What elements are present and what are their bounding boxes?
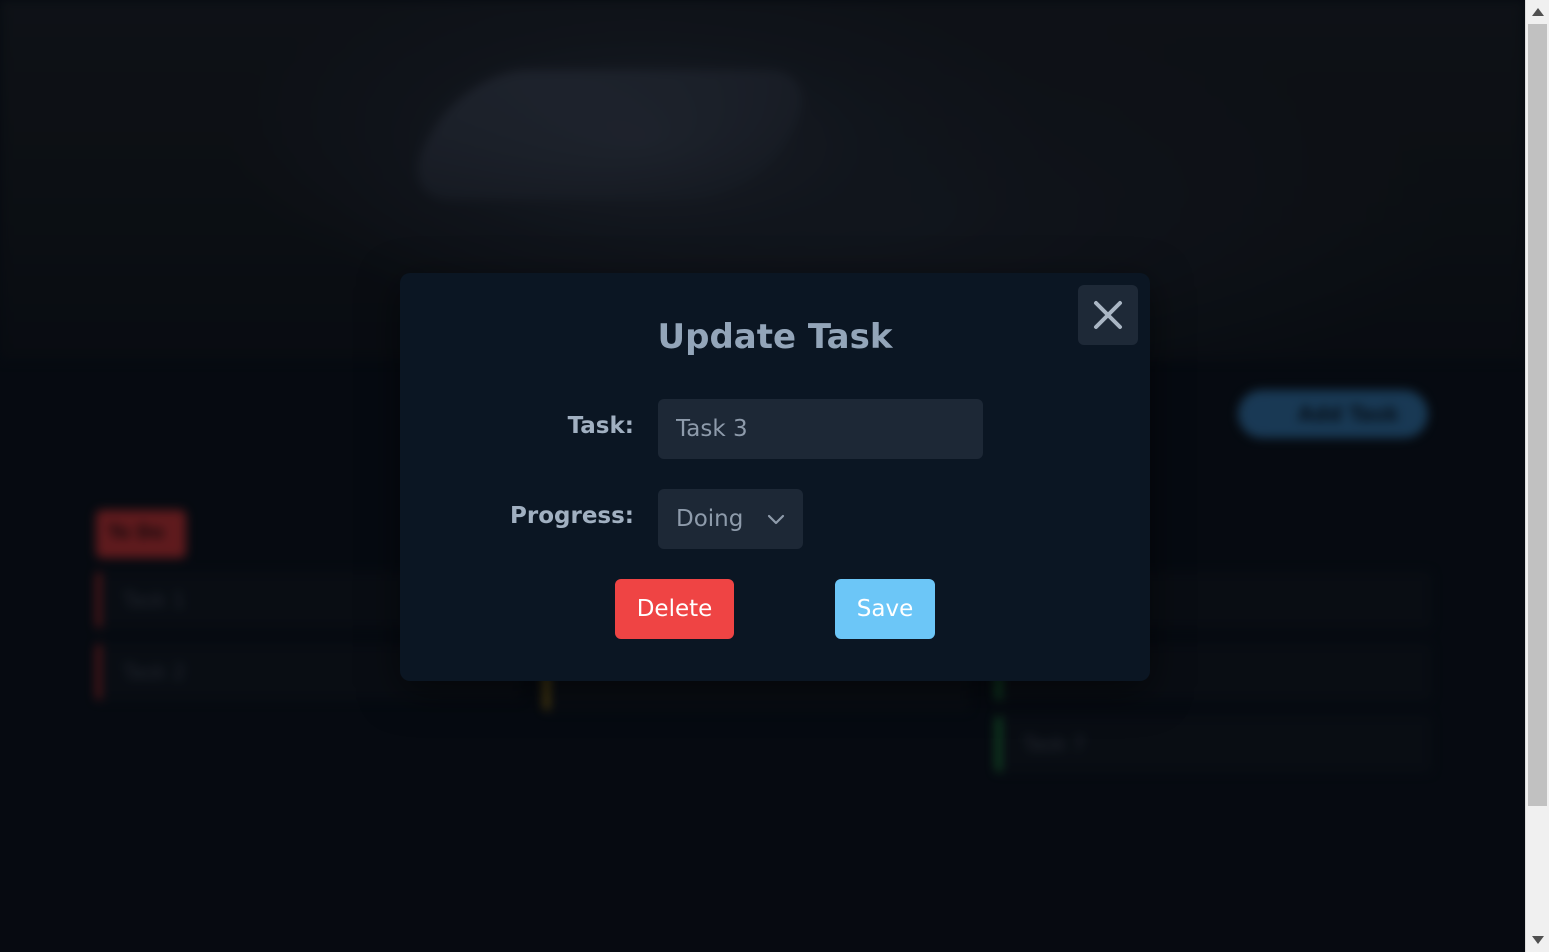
task-label: Task: xyxy=(567,413,634,439)
chevron-down-icon xyxy=(767,514,785,525)
delete-button[interactable]: Delete xyxy=(615,579,734,639)
scroll-down-arrow-icon[interactable] xyxy=(1532,936,1544,944)
app-viewport: Add Task To Do Task 1 Task 2 Task 7 Upda… xyxy=(0,0,1525,952)
scroll-thumb[interactable] xyxy=(1528,24,1547,806)
vertical-scrollbar[interactable] xyxy=(1525,0,1549,952)
task-input[interactable] xyxy=(658,399,983,459)
update-task-modal: Update Task Task: Progress: Doing Delete… xyxy=(400,273,1150,681)
progress-selected-value: Doing xyxy=(676,506,744,532)
progress-label: Progress: xyxy=(510,503,634,529)
scroll-up-arrow-icon[interactable] xyxy=(1532,8,1544,16)
progress-select[interactable]: Doing xyxy=(658,489,803,549)
modal-title: Update Task xyxy=(657,317,893,357)
save-button[interactable]: Save xyxy=(835,579,935,639)
